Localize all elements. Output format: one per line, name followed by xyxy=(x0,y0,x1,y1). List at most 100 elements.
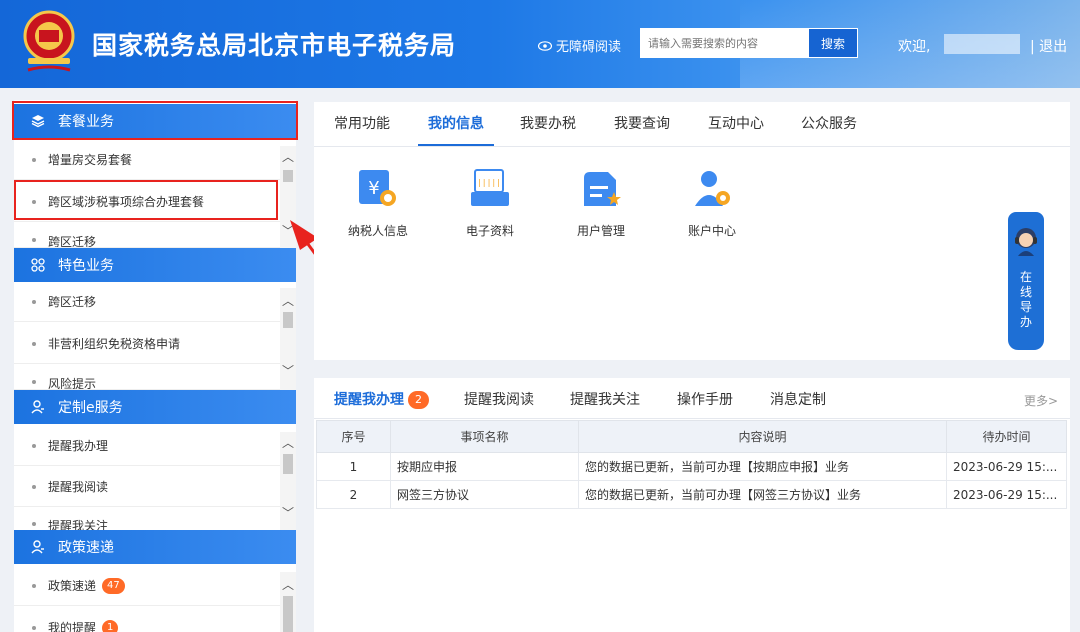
sidebar-item[interactable]: 政策速递 47 xyxy=(14,566,280,606)
bullet-icon xyxy=(32,583,36,588)
user-management-icon xyxy=(584,172,621,206)
sidebar-section-special-business[interactable]: 特色业务 xyxy=(14,248,296,282)
user-icon xyxy=(30,539,46,555)
function-e-documents[interactable]: ||||| 电子资料 xyxy=(450,166,530,239)
tab-remind-follow[interactable]: 提醒我关注 xyxy=(570,378,640,422)
sidebar-item-label: 提醒我阅读 xyxy=(48,480,109,494)
sidebar-section-custom-eservice[interactable]: 定制e服务 xyxy=(14,390,296,424)
column-header: 待办时间 xyxy=(946,420,1067,453)
count-badge: 1 xyxy=(102,619,119,632)
cell-name[interactable]: 按期应申报 xyxy=(390,452,579,481)
tab-remind-read[interactable]: 提醒我阅读 xyxy=(464,378,534,422)
sidebar: 套餐业务 增量房交易套餐 跨区域涉税事项综合办理套餐 跨区迁移 ︿ ﹀ 特色业务… xyxy=(14,100,296,632)
count-badge: 47 xyxy=(102,577,125,594)
svg-text:¥: ¥ xyxy=(368,178,379,199)
tab-public-service[interactable]: 公众服务 xyxy=(801,102,857,146)
function-account-center[interactable]: 账户中心 xyxy=(672,166,752,239)
bullet-icon xyxy=(32,522,36,526)
tab-message-subscription[interactable]: 消息定制 xyxy=(770,378,826,422)
tab-tax-handling[interactable]: 我要办税 xyxy=(520,102,576,146)
chevron-up-icon[interactable]: ︿ xyxy=(280,578,296,592)
bullet-icon xyxy=(32,238,36,242)
table-header-row: 序号 事项名称 内容说明 待办时间 xyxy=(316,420,1067,453)
scroll-thumb[interactable] xyxy=(283,596,293,632)
tab-divider xyxy=(314,146,1070,147)
username-redacted xyxy=(944,34,1020,54)
chevron-up-icon[interactable]: ︿ xyxy=(280,150,296,164)
bullet-icon xyxy=(32,199,36,204)
sidebar-item[interactable]: 增量房交易套餐 xyxy=(14,140,280,180)
cell-no: 1 xyxy=(316,452,391,481)
sidebar-item[interactable]: 我的提醒 1 xyxy=(14,608,280,632)
column-header: 序号 xyxy=(316,420,391,453)
online-guide-button[interactable]: 在线导办 xyxy=(1008,212,1044,350)
guide-text: 在线导办 xyxy=(1019,270,1032,329)
sidebar-scrollbar[interactable]: ︿ xyxy=(280,572,296,632)
function-user-management[interactable]: 用户管理 xyxy=(561,166,641,239)
tab-query[interactable]: 我要查询 xyxy=(614,102,670,146)
count-badge: 2 xyxy=(408,391,429,409)
sidebar-item[interactable]: 提醒我阅读 xyxy=(14,467,280,507)
sidebar-item[interactable]: 跨区域涉税事项综合办理套餐 xyxy=(14,182,280,222)
search-button[interactable]: 搜索 xyxy=(808,28,858,58)
bullet-icon xyxy=(32,299,36,304)
sidebar-item-label: 跨区迁移 xyxy=(48,235,97,248)
bullet-icon xyxy=(32,157,36,162)
scroll-thumb[interactable] xyxy=(283,170,293,182)
accessibility-reading-link[interactable]: 无障碍阅读 xyxy=(538,36,621,55)
column-header: 事项名称 xyxy=(390,420,579,453)
e-documents-icon: ||||| xyxy=(471,169,509,206)
cell-time: 2023-06-29 15:... xyxy=(946,452,1067,481)
sidebar-item-label: 风险提示 xyxy=(48,377,97,390)
function-taxpayer-info[interactable]: ¥ 纳税人信息 xyxy=(338,166,418,239)
tab-interaction-center[interactable]: 互动中心 xyxy=(708,102,764,146)
search-input[interactable] xyxy=(640,28,808,58)
layers-icon xyxy=(30,113,46,129)
sidebar-item[interactable]: 提醒我关注 xyxy=(14,508,280,532)
table-row[interactable]: 1 按期应申报 您的数据已更新，当前可办理【按期应申报】业务 2023-06-2… xyxy=(316,452,1067,481)
cell-time: 2023-06-29 15:... xyxy=(946,480,1067,509)
chevron-down-icon[interactable]: ﹀ xyxy=(280,506,296,520)
tab-divider xyxy=(314,418,1070,419)
site-header: 国家税务总局北京市电子税务局 无障碍阅读 搜索 欢迎, | 退出 xyxy=(0,0,1080,88)
section-title: 定制e服务 xyxy=(58,400,123,416)
sidebar-section-package-business[interactable]: 套餐业务 xyxy=(14,104,296,138)
column-header: 内容说明 xyxy=(578,420,947,453)
my-info-panel: 常用功能 我的信息 我要办税 我要查询 互动中心 公众服务 ¥ 纳税人信息 ||… xyxy=(314,102,1070,360)
bullet-icon xyxy=(32,484,36,489)
sidebar-item[interactable]: 提醒我办理 xyxy=(14,426,280,466)
sidebar-item[interactable]: 非营利组织免税资格申请 xyxy=(14,324,280,364)
sidebar-item-label: 我的提醒 xyxy=(48,621,97,632)
online-guide-label: 在线导办 xyxy=(1008,270,1044,330)
more-link[interactable]: 更多> xyxy=(1024,392,1058,409)
cell-no: 2 xyxy=(316,480,391,509)
sidebar-scrollbar[interactable]: ︿ ﹀ xyxy=(280,432,296,532)
table-row[interactable]: 2 网签三方协议 您的数据已更新，当前可办理【网签三方协议】业务 2023-06… xyxy=(316,480,1067,509)
scroll-thumb[interactable] xyxy=(283,454,293,474)
tab-common-functions[interactable]: 常用功能 xyxy=(334,102,390,146)
reminder-panel: 提醒我办理 2 提醒我阅读 提醒我关注 操作手册 消息定制 更多> 序号 事项名称… xyxy=(314,378,1070,632)
sidebar-section-policy-express[interactable]: 政策速递 xyxy=(14,530,296,564)
bullet-icon xyxy=(32,443,36,448)
tab-my-info[interactable]: 我的信息 xyxy=(418,102,494,146)
section-title: 政策速递 xyxy=(58,540,114,556)
sidebar-item[interactable]: 风险提示 xyxy=(14,366,280,390)
site-title: 国家税务总局北京市电子税务局 xyxy=(92,31,457,60)
sidebar-item[interactable]: 跨区迁移 xyxy=(14,224,280,248)
tab-operation-manual[interactable]: 操作手册 xyxy=(677,378,733,422)
function-label: 电子资料 xyxy=(465,224,514,238)
assistant-avatar-icon xyxy=(1015,228,1037,256)
bullet-icon xyxy=(32,341,36,346)
cell-desc: 您的数据已更新，当前可办理【网签三方协议】业务 xyxy=(578,480,947,509)
sidebar-item[interactable]: 跨区迁移 xyxy=(14,282,280,322)
chevron-up-icon[interactable]: ︿ xyxy=(280,436,296,450)
sidebar-item-label: 增量房交易套餐 xyxy=(48,153,133,167)
chevron-down-icon[interactable]: ﹀ xyxy=(280,364,296,378)
sidebar-item-label: 政策速递 xyxy=(48,579,97,593)
logout-link[interactable]: | 退出 xyxy=(1030,36,1067,56)
cell-name[interactable]: 网签三方协议 xyxy=(390,480,579,509)
reminder-table: 序号 事项名称 内容说明 待办时间 1 按期应申报 您的数据已更新，当前可办理【… xyxy=(316,420,1067,509)
cell-desc: 您的数据已更新，当前可办理【按期应申报】业务 xyxy=(578,452,947,481)
account-center-icon xyxy=(695,171,730,206)
tab-remind-handle[interactable]: 提醒我办理 2 xyxy=(324,378,439,422)
